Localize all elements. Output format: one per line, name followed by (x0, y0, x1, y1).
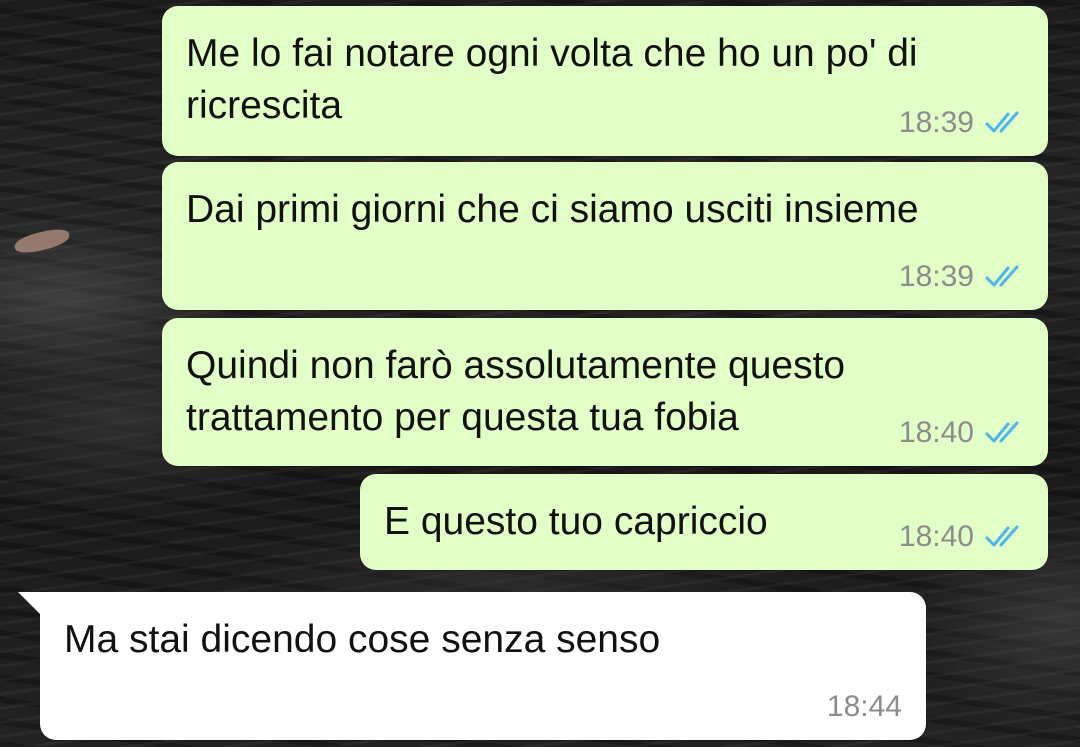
message-time: 18:39 (898, 106, 974, 139)
message-time: 18:40 (898, 520, 974, 553)
message-time: 18:39 (898, 260, 974, 293)
message-text: Ma stai dicendo cose senza senso (64, 618, 661, 661)
message-bubble-outgoing[interactable]: Quindi non farò assolutamente questo tra… (162, 318, 1048, 466)
double-check-icon (984, 420, 1024, 446)
message-meta: 18:44 (827, 690, 902, 724)
background-leaf (12, 226, 72, 256)
message-bubble-incoming[interactable]: Ma stai dicendo cose senza senso 18:44 (18, 592, 926, 740)
message-bubble-outgoing[interactable]: Me lo fai notare ogni volta che ho un po… (162, 6, 1048, 156)
message-meta: 18:40 (899, 520, 1024, 554)
message-meta: 18:39 (899, 260, 1024, 294)
message-meta: 18:40 (899, 416, 1024, 450)
message-text: Dai primi giorni che ci siamo usciti ins… (186, 188, 919, 231)
message-time: 18:44 (826, 690, 902, 723)
bubble-tail (18, 592, 44, 618)
double-check-icon (984, 110, 1024, 136)
message-meta: 18:39 (899, 106, 1024, 140)
message-bubble-outgoing[interactable]: Dai primi giorni che ci siamo usciti ins… (162, 162, 1048, 310)
message-bubble-outgoing[interactable]: E questo tuo capriccio 18:40 (360, 474, 1048, 570)
double-check-icon (984, 524, 1024, 550)
message-time: 18:40 (898, 416, 974, 449)
double-check-icon (984, 264, 1024, 290)
